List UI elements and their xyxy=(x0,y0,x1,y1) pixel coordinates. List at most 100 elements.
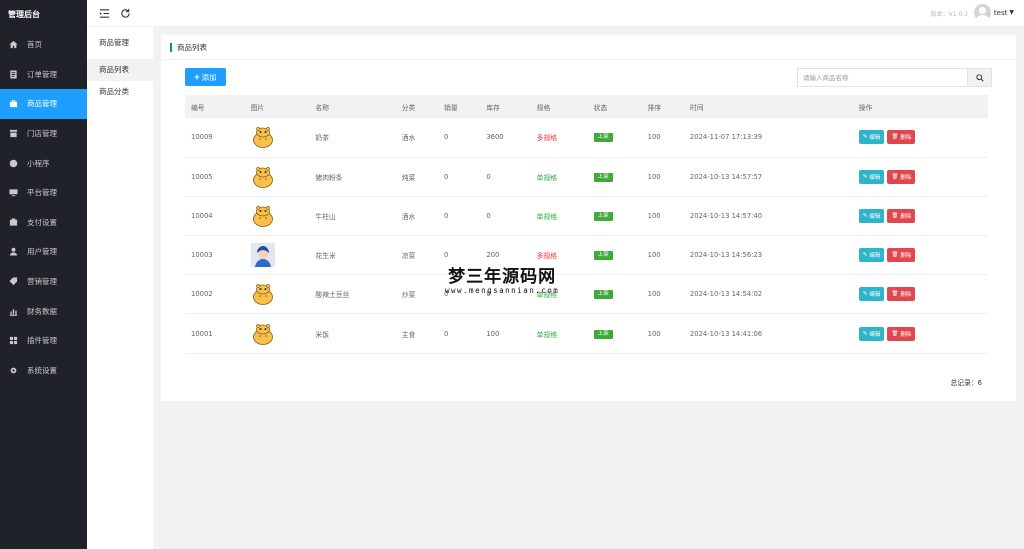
column-header: 操作 xyxy=(858,103,873,112)
sidebar-item-5[interactable]: 平台管理 xyxy=(0,178,87,208)
payment-icon xyxy=(8,217,18,227)
edit-button[interactable]: ✎ 编辑 xyxy=(858,248,885,263)
cell-category: 酒水 xyxy=(401,134,416,143)
refresh-icon xyxy=(120,8,130,18)
sidebar-item-7[interactable]: 用户管理 xyxy=(0,237,87,267)
delete-button[interactable]: 🗑 删除 xyxy=(887,130,916,145)
cell-id: 10005 xyxy=(191,172,213,181)
table-body: 10009 奶茶 酒水 0 3600 多规格 上架 100 2024-11-07 17:13:3… xyxy=(185,118,988,354)
sidebar-item-11[interactable]: 系统设置 xyxy=(0,356,87,386)
cell-time: 2024-10-13 14:57:57 xyxy=(689,172,763,181)
cell-actions: ✎ 编辑 🗑 删除 xyxy=(853,275,988,314)
cell-time: 2024-10-13 14:41:06 xyxy=(689,329,763,338)
sidebar-item-1[interactable]: 订单管理 xyxy=(0,60,87,90)
sidebar-item-0[interactable]: 首页 xyxy=(0,30,87,60)
plus-icon: + xyxy=(194,72,200,82)
table-row: 10002 酸辣土豆丝 炒菜 0 0 单规格 上架 100 2024-10-13 14:54:0… xyxy=(185,275,988,314)
edit-button[interactable]: ✎ 编辑 xyxy=(858,130,885,145)
sidebar-item-label: 支付设置 xyxy=(27,217,57,227)
column-header: 分类 xyxy=(401,103,416,112)
user-menu[interactable]: test ▼ xyxy=(973,4,1014,21)
pencil-icon: ✎ xyxy=(862,252,868,259)
trash-icon: 🗑 xyxy=(891,252,899,259)
collapse-menu-button[interactable] xyxy=(97,6,111,20)
cell-spec: 单规格 xyxy=(536,330,558,339)
table-row: 10009 奶茶 酒水 0 3600 多规格 上架 100 2024-11-07 17:13:3… xyxy=(185,118,988,158)
sidebar-item-8[interactable]: 营销管理 xyxy=(0,267,87,297)
cell-image xyxy=(245,275,310,314)
table-header-row: 编号 图片 名称 分类 销量 库存 规格 状态 排序 时间 操作 xyxy=(185,95,988,118)
cell-stock: 100 xyxy=(486,329,500,338)
submenu-item-goods-list[interactable]: 商品列表 xyxy=(87,59,153,81)
sidebar-item-4[interactable]: 小程序 xyxy=(0,148,87,178)
sidebar-item-label: 商品管理 xyxy=(27,99,57,109)
sidebar-item-label: 小程序 xyxy=(27,158,50,168)
chart-icon xyxy=(8,306,18,316)
cell-time: 2024-11-07 17:13:39 xyxy=(689,133,763,142)
product-image xyxy=(252,323,273,345)
sidebar-item-label: 平台管理 xyxy=(27,188,57,198)
cell-actions: ✎ 编辑 🗑 删除 xyxy=(853,314,988,353)
edit-button[interactable]: ✎ 编辑 xyxy=(858,208,885,223)
edit-button[interactable]: ✎ 编辑 xyxy=(858,326,885,341)
cell-status: 上架 xyxy=(588,314,642,353)
username: test xyxy=(993,8,1008,17)
search-input[interactable] xyxy=(797,68,967,87)
cell-name: 牛柱山 xyxy=(315,212,336,221)
delete-button[interactable]: 🗑 删除 xyxy=(887,248,916,263)
cell-sort: 100 xyxy=(647,133,661,142)
cell-spec: 单规格 xyxy=(536,173,558,182)
delete-button[interactable]: 🗑 删除 xyxy=(887,326,916,341)
cell-image xyxy=(245,157,310,196)
delete-label: 删除 xyxy=(900,292,912,299)
row-actions: ✎ 编辑 🗑 删除 xyxy=(858,287,988,302)
table-row: 10005 猪肉粉条 炖菜 0 0 单规格 上架 100 2024-10-13 14:57:57… xyxy=(185,157,988,197)
trash-icon: 🗑 xyxy=(891,173,899,180)
sidebar-item-label: 插件管理 xyxy=(27,336,57,346)
cell-actions: ✎ 编辑 🗑 删除 xyxy=(853,196,988,235)
refresh-button[interactable] xyxy=(118,6,132,20)
product-image xyxy=(252,166,273,188)
caret-down-icon: ▼ xyxy=(1009,9,1014,16)
delete-button[interactable]: 🗑 删除 xyxy=(887,287,916,302)
pencil-icon: ✎ xyxy=(862,330,868,337)
cell-sales: 0 xyxy=(444,211,449,220)
edit-label: 编辑 xyxy=(869,135,881,142)
watermark-url: www.mengsannian.com xyxy=(445,286,560,295)
cell-sort: 100 xyxy=(647,251,661,260)
product-image xyxy=(252,284,273,306)
sidebar-item-label: 财务数据 xyxy=(27,306,57,316)
status-badge: 上架 xyxy=(593,329,613,339)
submenu-title: 商品管理 xyxy=(99,38,129,47)
cell-sort: 100 xyxy=(647,290,661,299)
pencil-icon: ✎ xyxy=(862,134,868,141)
edit-button[interactable]: ✎ 编辑 xyxy=(858,169,885,184)
sidebar-item-10[interactable]: 插件管理 xyxy=(0,326,87,356)
cell-stock: 0 xyxy=(486,172,491,181)
trash-icon: 🗑 xyxy=(891,212,899,219)
edit-label: 编辑 xyxy=(869,213,881,220)
product-image xyxy=(252,205,273,227)
cell-time: 2024-10-13 14:54:02 xyxy=(689,290,763,299)
sidebar-item-6[interactable]: 支付设置 xyxy=(0,208,87,238)
cell-spec: 单规格 xyxy=(536,212,558,221)
cell-category: 酒水 xyxy=(401,212,416,221)
delete-label: 删除 xyxy=(900,331,912,338)
cell-id: 10001 xyxy=(191,329,213,338)
user-icon xyxy=(8,247,18,257)
search-button[interactable] xyxy=(967,68,992,87)
add-button-label: 添加 xyxy=(201,72,217,82)
delete-button[interactable]: 🗑 删除 xyxy=(887,208,916,223)
sidebar-item-3[interactable]: 门店管理 xyxy=(0,119,87,149)
goods-list-panel: 商品列表 + 添加 编号 图片 名称 分类 销量 库存 规格 状态 排序 时间 操作 10009 奶茶… xyxy=(161,35,1016,401)
indent-icon xyxy=(99,8,109,18)
edit-button[interactable]: ✎ 编辑 xyxy=(858,287,885,302)
add-button[interactable]: + 添加 xyxy=(185,68,226,86)
store-icon xyxy=(8,129,18,139)
sidebar-item-2[interactable]: 商品管理 xyxy=(0,89,87,119)
sidebar-item-9[interactable]: 财务数据 xyxy=(0,296,87,326)
cell-sort: 100 xyxy=(647,172,661,181)
watermark-title: 梦三年源码网 xyxy=(448,267,557,287)
delete-button[interactable]: 🗑 删除 xyxy=(887,169,916,184)
submenu-item-goods-category[interactable]: 商品分类 xyxy=(87,81,153,103)
